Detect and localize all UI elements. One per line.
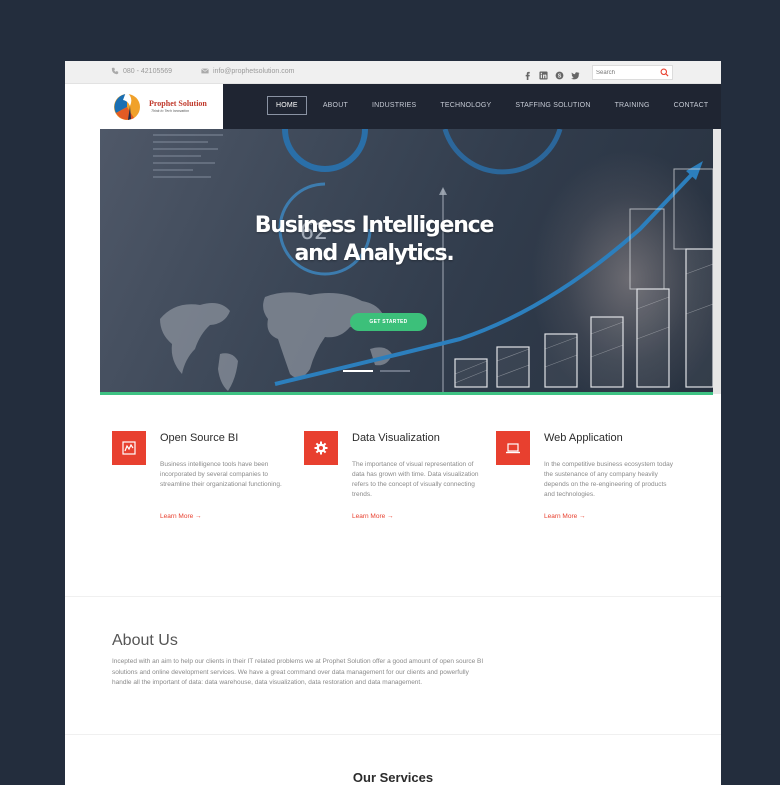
- feature-text: Business intelligence tools have been in…: [160, 461, 282, 488]
- learn-more-link[interactable]: Learn More →: [544, 513, 586, 520]
- brand-name: Prophet Solution: [149, 99, 207, 108]
- logo-mark: [114, 92, 140, 120]
- nav-item-training[interactable]: TRAINING: [607, 97, 658, 114]
- learn-more-link[interactable]: Learn More →: [352, 513, 394, 520]
- linkedin-icon[interactable]: [539, 67, 548, 80]
- hero-title-line-2: and Analytics.: [294, 241, 454, 266]
- chart-icon: [112, 431, 146, 465]
- hero-title-line-1: Business Intelligence: [254, 213, 495, 238]
- gear-icon: [304, 431, 338, 465]
- get-started-button[interactable]: GET STARTED: [350, 313, 427, 331]
- main-navigation: Prophet Solution Think to Tech Innovatio…: [65, 84, 721, 129]
- svg-text:S: S: [558, 73, 562, 79]
- search-box: [592, 65, 673, 80]
- phone-number: 080 - 42105569: [123, 67, 173, 75]
- nav-item-staffing-solution[interactable]: STAFFING SOLUTION: [507, 97, 598, 114]
- phone-contact: 080 - 42105569: [111, 67, 172, 75]
- top-bar: 080 - 42105569 info@prophetsolution.com …: [65, 61, 721, 84]
- nav-item-technology[interactable]: TECHNOLOGY: [432, 97, 499, 114]
- nav-item-about[interactable]: ABOUT: [315, 97, 356, 114]
- laptop-icon: [496, 431, 530, 465]
- about-text: Incepted with an aim to help our clients…: [112, 658, 484, 686]
- feature-text: In the competitive business ecosystem to…: [544, 461, 673, 498]
- nav-item-home[interactable]: HOME: [267, 96, 307, 115]
- logo[interactable]: Prophet Solution Think to Tech Innovatio…: [65, 84, 223, 129]
- phone-icon: [111, 67, 119, 75]
- facebook-icon[interactable]: [523, 67, 532, 80]
- feature-text: The importance of visual representation …: [352, 461, 479, 498]
- hero-side-strip: [713, 129, 721, 394]
- skype-icon[interactable]: S: [555, 67, 564, 79]
- email-address[interactable]: info@prophetsolution.com: [213, 68, 294, 75]
- feature-title: Data Visualization: [352, 432, 440, 444]
- email-contact[interactable]: info@prophetsolution.com: [201, 67, 294, 75]
- hero-title: Business Intelligence and Analytics.: [100, 212, 648, 268]
- website-page: 080 - 42105569 info@prophetsolution.com …: [65, 61, 721, 785]
- nav-menu: HOME ABOUT INDUSTRIES TECHNOLOGY STAFFIN…: [267, 96, 721, 115]
- hero-slider: 62 Business Intelligence and Analytics. …: [100, 129, 713, 394]
- brand-tagline: Think to Tech Innovation: [151, 109, 190, 113]
- about-title: About Us: [112, 632, 178, 649]
- hero-bottom-accent: [100, 392, 713, 395]
- twitter-icon[interactable]: [571, 67, 580, 80]
- slider-indicator-active[interactable]: [343, 370, 373, 372]
- search-icon[interactable]: [660, 68, 669, 77]
- feature-title: Open Source BI: [160, 432, 239, 444]
- nav-item-industries[interactable]: INDUSTRIES: [364, 97, 424, 114]
- learn-more-link[interactable]: Learn More →: [160, 513, 202, 520]
- feature-title: Web Application: [544, 432, 623, 444]
- social-links: S: [523, 67, 580, 80]
- section-divider: [65, 596, 721, 597]
- nav-item-contact[interactable]: CONTACT: [666, 97, 717, 114]
- search-input[interactable]: [596, 68, 658, 78]
- services-title: Our Services: [352, 770, 434, 785]
- envelope-icon: [201, 68, 209, 74]
- section-divider: [65, 734, 721, 735]
- slider-indicator[interactable]: [380, 370, 410, 372]
